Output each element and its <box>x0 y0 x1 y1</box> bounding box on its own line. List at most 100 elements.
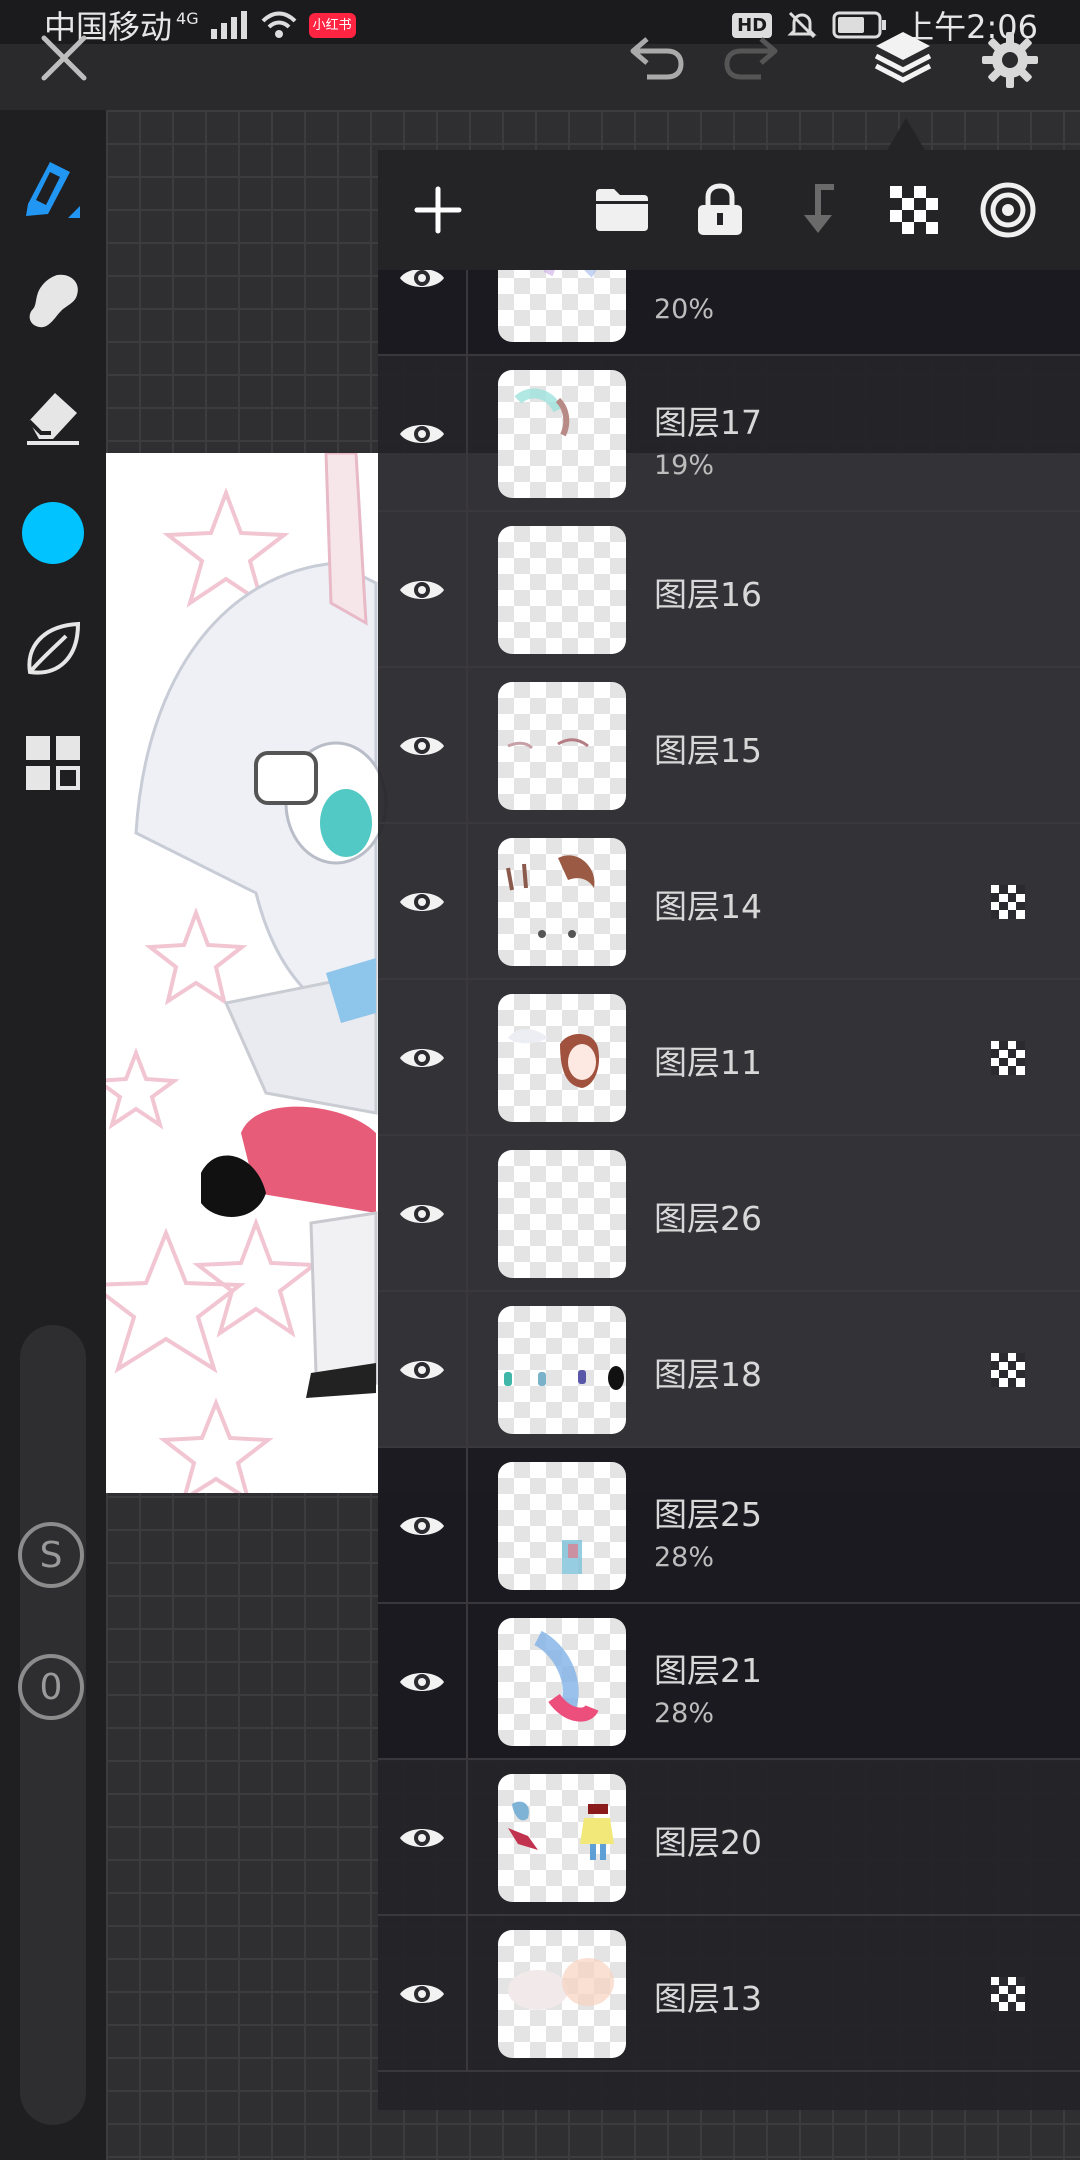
layer-row[interactable]: 图层11 <box>378 980 1080 1136</box>
layer-thumbnail <box>498 370 626 498</box>
s-button[interactable]: S <box>18 1522 84 1588</box>
layer-thumbnail <box>498 1150 626 1278</box>
reference-button[interactable] <box>978 180 1038 240</box>
add-layer-button[interactable] <box>408 180 468 240</box>
layers-button[interactable] <box>870 26 936 92</box>
layer-name: 图层26 <box>654 1199 762 1238</box>
visibility-toggle[interactable] <box>378 1604 468 1760</box>
layer-name: 图层15 <box>654 731 762 770</box>
layer-name: 图层13 <box>654 1979 762 2018</box>
panel-pointer <box>886 118 926 152</box>
layer-thumbnail <box>498 526 626 654</box>
eye-icon <box>400 893 444 911</box>
visibility-toggle[interactable] <box>378 512 468 668</box>
eye-icon <box>400 1205 444 1223</box>
visibility-toggle[interactable] <box>378 824 468 980</box>
blend-tool[interactable] <box>18 614 88 684</box>
layer-row[interactable]: 图层21 28% <box>378 1604 1080 1760</box>
layer-row[interactable]: 图层25 28% <box>378 1448 1080 1604</box>
leaf-icon <box>27 621 81 675</box>
clipping-mask-icon <box>991 1353 1025 1387</box>
settings-button[interactable] <box>978 28 1042 92</box>
undo-button[interactable] <box>624 30 688 86</box>
lock-icon <box>698 183 742 235</box>
layer-thumbnail <box>498 1462 626 1590</box>
checkerboard-icon <box>890 186 938 234</box>
target-icon <box>980 182 1036 238</box>
eye-icon <box>400 425 444 443</box>
visibility-toggle[interactable] <box>378 1760 468 1916</box>
clipping-mask-icon <box>991 1041 1025 1075</box>
visibility-toggle[interactable] <box>378 1136 468 1292</box>
clipping-mask-icon <box>991 885 1025 919</box>
tool-sidebar: S 0 <box>0 110 106 2160</box>
eye-icon <box>400 737 444 755</box>
folder-button[interactable] <box>592 180 652 240</box>
layers-icon <box>874 32 932 83</box>
layer-thumbnail <box>498 838 626 966</box>
brush-size-slider[interactable] <box>20 1325 86 2125</box>
grid-icon <box>26 736 80 790</box>
layer-opacity: 20% <box>654 294 715 325</box>
layer-row[interactable]: 图层18 <box>378 1292 1080 1448</box>
visibility-toggle[interactable] <box>378 356 468 512</box>
layer-thumbnail <box>498 270 626 342</box>
layer-thumbnail <box>498 682 626 810</box>
layers-toolbar <box>378 150 1080 270</box>
layer-row[interactable]: 图层26 <box>378 1136 1080 1292</box>
layers-list[interactable]: 20% 图层17 19% 图层16 图层15 图层14 图层11 图层26 图层18 图层25 28… <box>378 270 1080 2110</box>
clipping-mask-icon <box>991 1977 1025 2011</box>
visibility-toggle[interactable] <box>378 980 468 1136</box>
lock-button[interactable] <box>690 180 750 240</box>
layer-name: 图层16 <box>654 575 762 614</box>
visibility-toggle[interactable] <box>378 1916 468 2072</box>
plus-icon <box>414 186 462 234</box>
layer-opacity: 28% <box>654 1698 715 1729</box>
close-button[interactable] <box>36 30 92 86</box>
zero-button[interactable]: 0 <box>18 1654 84 1720</box>
layer-name: 图层17 <box>654 403 762 442</box>
color-swatch <box>22 502 84 564</box>
layer-row[interactable]: 图层14 <box>378 824 1080 980</box>
layer-row[interactable]: 图层16 <box>378 512 1080 668</box>
layer-thumbnail <box>498 1618 626 1746</box>
eye-icon <box>400 270 444 287</box>
layer-thumbnail <box>498 1930 626 2058</box>
visibility-toggle[interactable] <box>378 1292 468 1448</box>
eye-icon <box>400 1517 444 1535</box>
folder-icon <box>596 189 648 231</box>
layer-opacity: 19% <box>654 450 715 481</box>
smudge-tool[interactable] <box>18 266 88 336</box>
layer-thumbnail <box>498 1306 626 1434</box>
top-toolbar <box>0 0 1080 152</box>
arrow-down-icon <box>804 184 834 233</box>
undo-icon <box>630 37 684 80</box>
layer-row[interactable]: 图层15 <box>378 668 1080 824</box>
layer-name: 图层21 <box>654 1651 762 1690</box>
visibility-toggle[interactable] <box>378 270 468 356</box>
merge-down-button[interactable] <box>788 180 848 240</box>
layer-name: 图层18 <box>654 1355 762 1394</box>
s-button-label: S <box>39 1534 63 1576</box>
layer-thumbnail <box>498 1774 626 1902</box>
clipping-button[interactable] <box>884 180 944 240</box>
eye-icon <box>400 1673 444 1691</box>
eye-icon <box>400 581 444 599</box>
redo-button[interactable] <box>720 30 784 86</box>
layer-opacity: 28% <box>654 1542 715 1573</box>
brush-tool[interactable] <box>18 154 88 224</box>
layer-name: 图层14 <box>654 887 762 926</box>
eraser-tool[interactable] <box>18 380 88 450</box>
layer-thumbnail <box>498 994 626 1122</box>
materials-tool[interactable] <box>18 728 88 798</box>
visibility-toggle[interactable] <box>378 668 468 824</box>
layer-row[interactable]: 图层13 <box>378 1916 1080 2072</box>
color-picker[interactable] <box>18 498 88 568</box>
layer-row[interactable]: 图层20 <box>378 1760 1080 1916</box>
eye-icon <box>400 1985 444 2003</box>
layer-name: 图层11 <box>654 1043 762 1082</box>
layer-row[interactable]: 图层17 19% <box>378 356 1080 512</box>
layer-row[interactable]: 20% <box>378 270 1080 356</box>
visibility-toggle[interactable] <box>378 1448 468 1604</box>
close-icon <box>41 35 87 81</box>
